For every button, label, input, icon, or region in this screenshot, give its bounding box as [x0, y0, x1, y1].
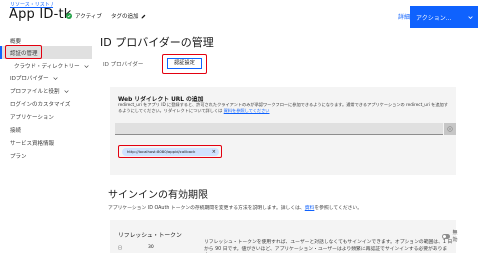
sidebar-item-applications[interactable]: アプリケーション	[10, 113, 54, 121]
signin-expiry-title: サインインの有効期限	[108, 190, 208, 201]
sidebar-item-cloud-directory[interactable]: クラウド・ディレクトリー	[14, 62, 89, 70]
edit-icon	[141, 14, 145, 18]
status-label: アクティブ	[75, 14, 102, 20]
redirect-url-chip-text: http://localhost:8080/appid/callback	[127, 149, 196, 154]
refresh-token-help: リフレッシュ・トークンを使用すれば、ユーザーと対話しなくてもサインインできます。…	[204, 240, 453, 252]
add-tag-button[interactable]: タグの追加	[111, 12, 146, 20]
signin-desc-suffix: を参照してください。	[314, 206, 363, 211]
sidebar: 概要 認証の管理 クラウド・ディレクトリー IDプロバイダー プロファイルと役割…	[0, 34, 92, 253]
close-icon[interactable]: ×	[212, 148, 216, 156]
refresh-token-panel: リフレッシュ・トークン 無効 リフレッシュ・トークンを使用すれば、ユーザーと対話…	[110, 220, 458, 253]
sidebar-item-login-customization[interactable]: ログインのカスタマイズ	[10, 100, 70, 108]
status-badge: アクティブ	[66, 12, 102, 20]
redirect-url-panel: Web リダイレクト URL の追加 redirect_uri をアプリ ID …	[110, 87, 456, 175]
sidebar-item-manage-auth[interactable]: 認証の管理	[10, 49, 38, 57]
plus-circle-icon	[447, 126, 453, 132]
check-circle-icon	[66, 13, 72, 19]
sidebar-item-label: クラウド・ディレクトリー	[14, 64, 80, 70]
sidebar-item-service-credentials[interactable]: サービス資格情報	[10, 139, 54, 147]
redirect-panel-description: redirect_uri をアプリ ID に登録すると、許可されたクライアントの…	[118, 102, 450, 114]
refresh-token-title: リフレッシュ・トークン	[118, 233, 182, 239]
refresh-days-stepper[interactable]: 30	[148, 245, 154, 250]
chevron-down-icon	[468, 16, 473, 19]
tab-identity-providers[interactable]: ID プロバイダー	[103, 60, 143, 68]
redirect-docs-link[interactable]: 資料を参照してください	[224, 108, 270, 113]
actions-dropdown[interactable]: アクション...	[410, 6, 478, 28]
chevron-down-icon	[64, 90, 69, 93]
chevron-down-icon	[84, 65, 89, 68]
signin-expiry-description: アプリケーション ID OAuth トークンの存続期間を変更する方法を説明します…	[108, 204, 362, 211]
main-content: ID プロバイダーの管理 ID プロバイダー 認証設定 Web リダイレクト U…	[100, 34, 480, 253]
sidebar-item-profiles-roles[interactable]: プロファイルと役割	[10, 87, 69, 95]
add-tag-label: タグの追加	[111, 14, 139, 20]
tab-auth-settings[interactable]: 認証設定	[167, 58, 202, 69]
add-url-button[interactable]	[444, 123, 456, 135]
redirect-desc-text: redirect_uri をアプリ ID に登録すると、許可されたクライアントの…	[118, 102, 448, 113]
sidebar-item-plans[interactable]: プラン	[10, 152, 27, 160]
sidebar-item-label: IDプロバイダー	[10, 76, 49, 82]
sidebar-item-connections[interactable]: 接続	[10, 126, 21, 134]
sidebar-item-identity-providers[interactable]: IDプロバイダー	[10, 74, 58, 82]
toggle-switch[interactable]	[442, 233, 450, 239]
page-title: ID プロバイダーの管理	[100, 36, 214, 49]
signin-desc-text: アプリケーション ID OAuth トークンの存続期間を変更する方法を説明します…	[108, 206, 305, 211]
chevron-down-icon	[53, 77, 58, 80]
page-app-title: App ID-tk	[9, 7, 72, 22]
details-link[interactable]: 詳細	[398, 12, 410, 21]
refresh-days-unit: 日	[118, 245, 122, 250]
sidebar-item-label: プロファイルと役割	[10, 89, 60, 95]
sidebar-item-overview[interactable]: 概要	[10, 37, 21, 45]
header: リソース・リスト / App ID-tk アクティブ タグの追加 詳細 アクショ…	[0, 0, 480, 34]
actions-label: アクション...	[416, 15, 452, 22]
redirect-url-chip: http://localhost:8080/appid/callback ×	[122, 148, 219, 156]
redirect-url-input[interactable]	[115, 123, 443, 135]
signin-docs-link[interactable]: 資料	[305, 206, 315, 211]
